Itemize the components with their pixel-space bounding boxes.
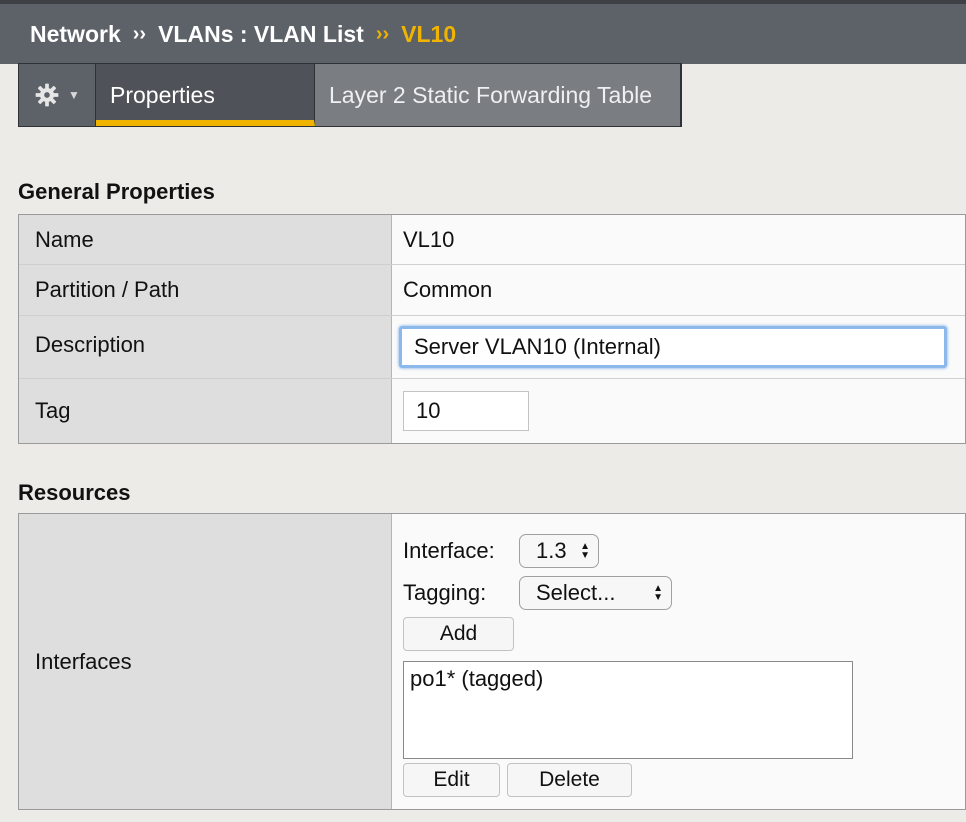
interface-field-label: Interface: [403,538,495,563]
tab-properties-label: Properties [110,81,215,108]
gear-menu-button[interactable]: ▼ [19,64,96,126]
general-properties-table: Name VL10 Partition / Path Common Descri… [18,214,966,444]
property-value-name: VL10 [392,215,965,264]
breadcrumb-separator: ›› [375,22,390,45]
property-label: Partition / Path [19,265,392,315]
tagging-field-label: Tagging: [403,580,487,605]
tab-strip: ▼ Properties Layer 2 Static Forwarding T… [18,63,682,127]
interfaces-editor: Interface: 1.3 ▲ ▼ Tagging: Select... ▲ ▼ … [392,514,965,809]
property-row-partition: Partition / Path Common [19,265,965,316]
general-properties-heading: General Properties [18,179,215,204]
list-item[interactable]: po1* (tagged) [410,666,846,692]
tab-l2-label: Layer 2 Static Forwarding Table [329,81,653,108]
breadcrumb-network[interactable]: Network [30,21,121,48]
property-label: Tag [19,379,392,443]
breadcrumb: Network ›› VLANs : VLAN List ›› VL10 [0,0,966,64]
edit-button[interactable]: Edit [403,763,500,797]
interfaces-listbox[interactable]: po1* (tagged) [403,661,853,759]
resources-table: Interfaces Interface: 1.3 ▲ ▼ Tagging: Se… [18,513,966,810]
property-label: Description [19,316,392,378]
select-arrows-icon: ▲ ▼ [580,541,590,561]
property-label: Name [19,215,392,264]
breadcrumb-current: VL10 [401,20,457,47]
property-row-description: Description [19,316,965,379]
add-button[interactable]: Add [403,617,514,651]
gear-icon [35,83,59,107]
interface-select-value: 1.3 [536,538,567,563]
property-label: Interfaces [19,514,392,809]
property-row-name: Name VL10 [19,215,965,265]
tag-input[interactable] [403,391,529,431]
delete-button[interactable]: Delete [507,763,632,797]
tagging-select-value: Select... [536,580,616,605]
interface-select[interactable]: 1.3 ▲ ▼ [519,534,599,568]
resources-heading: Resources [18,480,131,505]
tagging-select[interactable]: Select... ▲ ▼ [519,576,672,610]
property-value-partition: Common [392,265,965,315]
resource-row-interfaces: Interfaces Interface: 1.3 ▲ ▼ Tagging: Se… [19,514,965,809]
select-arrows-icon: ▲ ▼ [653,583,663,603]
breadcrumb-separator: ›› [132,22,147,45]
property-value-description [392,316,965,378]
breadcrumb-vlan-list[interactable]: VLANs : VLAN List [158,21,364,48]
tab-properties[interactable]: Properties [96,64,315,126]
chevron-down-icon: ▼ [68,88,80,102]
property-row-tag: Tag [19,379,965,443]
description-input[interactable] [399,326,947,368]
tab-l2-static-forwarding[interactable]: Layer 2 Static Forwarding Table [315,64,681,126]
property-value-tag [392,379,965,443]
